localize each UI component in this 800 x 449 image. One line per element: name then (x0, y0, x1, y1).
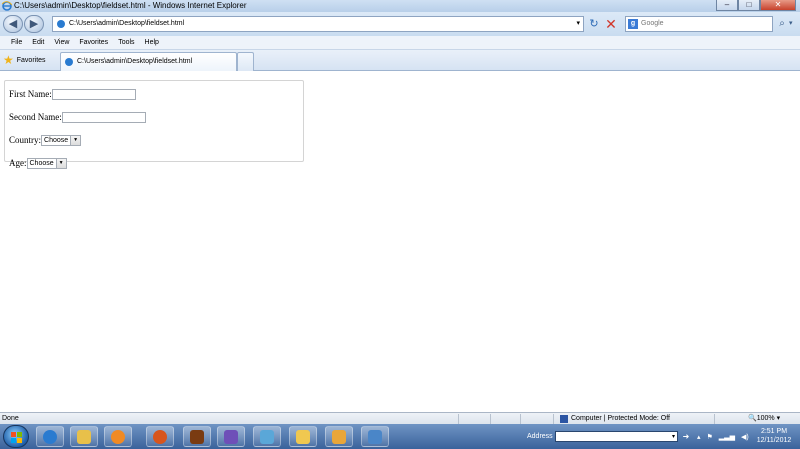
taskbar-app-icon[interactable] (217, 426, 245, 447)
tray-expand-icon[interactable]: ▴ (697, 433, 701, 441)
menu-favorites[interactable]: Favorites (79, 36, 108, 49)
taskbar-firefox-icon[interactable] (146, 426, 174, 447)
system-tray: ▴ ⚑ ▂▃▅ ◀) (694, 424, 752, 449)
first-name-input[interactable] (51, 88, 136, 100)
first-name-label: First Name: (9, 89, 52, 99)
computer-zone-icon (560, 415, 568, 423)
app-icon (190, 429, 204, 444)
google-icon: g (628, 19, 638, 29)
windows-logo-icon (11, 432, 22, 443)
taskbar-app-icon[interactable] (289, 426, 317, 447)
status-divider (490, 414, 491, 424)
start-button[interactable] (3, 425, 29, 448)
chevron-down-icon[interactable]: ▼ (70, 135, 81, 145)
taskbar-address-label: Address (527, 433, 553, 440)
page-icon (57, 20, 65, 28)
media-player-icon (111, 429, 125, 444)
second-name-row: Second Name: (9, 111, 146, 123)
search-icon[interactable]: ⌕ (776, 17, 788, 31)
star-icon: ★ (3, 53, 14, 67)
age-select[interactable]: Choose ▼ (26, 157, 67, 169)
status-divider (714, 414, 715, 424)
clock-time: 2:51 PM (760, 428, 788, 435)
folder-icon (77, 429, 91, 444)
taskbar-app-icon[interactable] (183, 426, 211, 447)
taskbar-notepad-icon[interactable] (325, 426, 353, 447)
status-divider (520, 414, 521, 424)
status-bar: Done Computer | Protected Mode: Off 🔍100… (0, 412, 800, 424)
taskbar-address-input[interactable]: ▾ (555, 431, 678, 442)
taskbar-explorer-icon[interactable] (70, 426, 98, 447)
window-controls: – □ ✕ (716, 0, 796, 11)
favorites-button[interactable]: ★ Favorites (3, 53, 46, 68)
menu-tools[interactable]: Tools (118, 36, 134, 49)
volume-icon[interactable]: ◀) (741, 433, 749, 441)
taskbar-paint-icon[interactable] (361, 426, 389, 447)
fieldset: First Name: Second Name: Country: Choose… (4, 80, 304, 169)
navigation-bar: ◀ ▶ C:\Users\admin\Desktop\fieldset.html… (0, 12, 800, 36)
new-tab-button[interactable] (237, 52, 254, 71)
window-title: C:\Users\admin\Desktop\fieldset.html - W… (14, 1, 247, 10)
maximize-button[interactable]: □ (738, 0, 760, 11)
notepad-icon (332, 429, 346, 444)
tab-fieldset[interactable]: C:\Users\admin\Desktop\fieldset.html (60, 52, 237, 71)
chevron-down-icon[interactable]: ▼ (55, 158, 66, 168)
menu-view[interactable]: View (54, 36, 69, 49)
network-icon[interactable]: ▂▃▅ (719, 433, 735, 441)
age-select-value: Choose (29, 159, 54, 167)
system-clock[interactable]: 2:51 PM 12/11/2012 (752, 427, 796, 445)
favorites-bar: ★ Favorites C:\Users\admin\Desktop\field… (0, 50, 800, 71)
taskbar: Address ▾ ➜ ▴ ⚑ ▂▃▅ ◀) 2:51 PM 12/11/201… (0, 424, 800, 449)
country-label: Country: (9, 135, 42, 145)
app-icon (296, 429, 310, 444)
stop-button[interactable]: ✕ (604, 16, 618, 32)
search-box[interactable]: g Google (625, 16, 773, 32)
address-url[interactable]: C:\Users\admin\Desktop\fieldset.html (69, 17, 184, 31)
menu-edit[interactable]: Edit (32, 36, 44, 49)
page-content: First Name: Second Name: Country: Choose… (0, 72, 800, 412)
forward-button[interactable]: ▶ (24, 15, 44, 33)
favorites-label: Favorites (16, 57, 46, 64)
search-options-icon[interactable]: ▾ (789, 17, 797, 31)
refresh-button[interactable]: ↻ (587, 17, 601, 31)
taskbar-media-icon[interactable] (104, 426, 132, 447)
close-button[interactable]: ✕ (760, 0, 796, 11)
age-label: Age: (9, 158, 27, 168)
age-row: Age: Choose ▼ (9, 157, 67, 169)
ie-logo-icon (2, 1, 12, 11)
ie-icon (43, 429, 57, 444)
app-icon (224, 429, 238, 444)
status-divider (458, 414, 459, 424)
second-name-label: Second Name: (9, 112, 62, 122)
taskbar-app-icon[interactable] (253, 426, 281, 447)
menu-file[interactable]: File (11, 36, 22, 49)
page-icon (65, 58, 73, 66)
country-select[interactable]: Choose ▼ (41, 134, 82, 146)
back-button[interactable]: ◀ (3, 15, 23, 33)
country-row: Country: Choose ▼ (9, 134, 82, 146)
taskbar-go-icon[interactable]: ➜ (680, 431, 692, 442)
address-dropdown-icon[interactable]: ▾ (576, 17, 580, 31)
second-name-input[interactable] (61, 111, 146, 123)
address-bar[interactable]: C:\Users\admin\Desktop\fieldset.html ▾ (52, 16, 584, 32)
chevron-down-icon[interactable]: ▾ (672, 432, 675, 442)
firefox-icon (153, 429, 167, 444)
clock-date: 12/11/2012 (756, 437, 792, 444)
menu-help[interactable]: Help (145, 36, 159, 49)
window-titlebar: C:\Users\admin\Desktop\fieldset.html - W… (0, 0, 800, 12)
action-center-icon[interactable]: ⚑ (707, 433, 713, 441)
country-select-value: Choose (44, 136, 69, 144)
first-name-row: First Name: (9, 88, 136, 100)
status-divider (553, 414, 554, 424)
app-icon (260, 429, 274, 444)
menu-bar: File Edit View Favorites Tools Help (0, 36, 800, 50)
taskbar-ie-icon[interactable] (36, 426, 64, 447)
search-placeholder[interactable]: Google (641, 17, 664, 31)
minimize-button[interactable]: – (716, 0, 738, 11)
tab-label: C:\Users\admin\Desktop\fieldset.html (77, 58, 193, 65)
paint-icon (368, 429, 382, 444)
